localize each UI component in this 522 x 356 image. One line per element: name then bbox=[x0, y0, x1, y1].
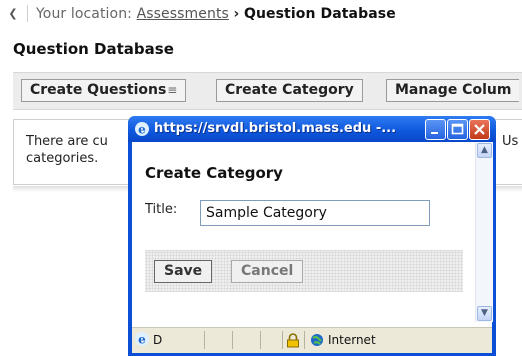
page-title: Question Database bbox=[13, 40, 174, 58]
breadcrumb: ❮ Your location: Assessments › Question … bbox=[0, 0, 522, 26]
popup-heading: Create Category bbox=[145, 164, 283, 182]
chevron-down-icon: ≡ bbox=[167, 83, 178, 97]
popup-button-bar: Save Cancel bbox=[145, 250, 463, 292]
breadcrumb-current: Question Database bbox=[243, 6, 396, 22]
create-questions-label: Create Questions bbox=[30, 82, 167, 98]
popup-titlebar[interactable]: e https://srvdl.bristol.mass.edu -... bbox=[128, 116, 496, 142]
popup-content: Create Category Title: Save Cancel bbox=[132, 142, 475, 322]
status-cell bbox=[304, 331, 305, 349]
message-line-2: categories. bbox=[26, 151, 99, 166]
globe-icon bbox=[311, 334, 323, 346]
manage-columns-button[interactable]: Manage Colum bbox=[386, 79, 520, 102]
save-button[interactable]: Save bbox=[154, 260, 213, 283]
create-questions-button[interactable]: Create Questions≡ bbox=[21, 79, 187, 102]
back-arrow-icon[interactable]: ❮ bbox=[6, 7, 20, 21]
status-text: D bbox=[153, 333, 163, 347]
breadcrumb-divider bbox=[27, 5, 28, 22]
breadcrumb-link-assessments[interactable]: Assessments bbox=[137, 6, 229, 22]
popup-client-area: Create Category Title: Save Cancel ▲ ▼ e… bbox=[132, 142, 493, 353]
message-line-1-right: Us bbox=[502, 134, 519, 149]
cancel-button[interactable]: Cancel bbox=[231, 260, 304, 283]
status-cell bbox=[232, 331, 233, 349]
scroll-up-icon[interactable]: ▲ bbox=[477, 143, 492, 158]
create-category-popup: e https://srvdl.bristol.mass.edu -... Cr… bbox=[128, 116, 496, 356]
status-cell bbox=[204, 331, 205, 349]
breadcrumb-path: Your location: Assessments › Question Da… bbox=[36, 6, 396, 22]
title-input[interactable] bbox=[200, 200, 430, 226]
svg-text:e: e bbox=[138, 123, 146, 137]
message-line-1: There are cu bbox=[26, 134, 108, 149]
status-bar: e D Internet bbox=[132, 327, 492, 353]
page-icon: e bbox=[135, 332, 149, 347]
breadcrumb-arrow: › bbox=[233, 6, 240, 22]
create-category-label: Create Category bbox=[225, 82, 354, 98]
status-cell bbox=[282, 331, 283, 349]
minimize-icon[interactable] bbox=[425, 119, 446, 140]
manage-columns-label: Manage Colum bbox=[395, 82, 512, 98]
zone-label: Internet bbox=[328, 333, 376, 347]
close-icon[interactable] bbox=[469, 119, 490, 140]
breadcrumb-prefix: Your location: bbox=[36, 6, 133, 22]
popup-title: https://srvdl.bristol.mass.edu -... bbox=[154, 121, 397, 136]
create-category-button[interactable]: Create Category bbox=[216, 79, 363, 102]
status-cell bbox=[260, 331, 261, 349]
vertical-scrollbar[interactable]: ▲ ▼ bbox=[475, 142, 493, 322]
ie-icon: e bbox=[135, 122, 149, 137]
scroll-down-icon[interactable]: ▼ bbox=[477, 306, 492, 321]
svg-text:e: e bbox=[138, 333, 146, 347]
title-label: Title: bbox=[145, 202, 178, 217]
maximize-icon[interactable] bbox=[447, 119, 468, 140]
toolbar: Create Questions≡ Create Category Manage… bbox=[13, 72, 522, 110]
lock-icon bbox=[287, 333, 299, 348]
